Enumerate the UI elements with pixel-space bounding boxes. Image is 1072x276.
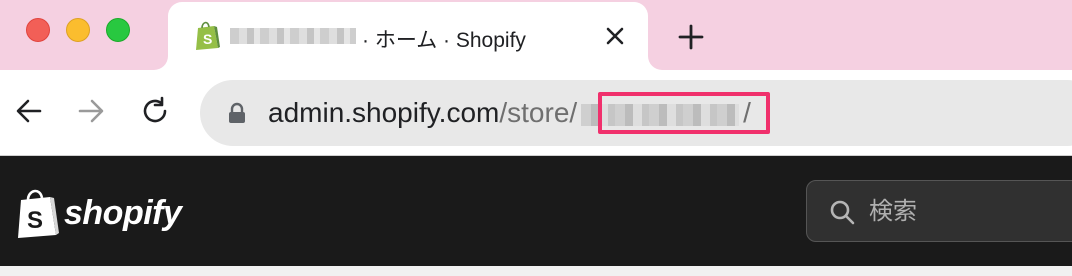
- shopify-favicon-icon: S: [196, 21, 220, 50]
- url-path-prefix: /store/: [499, 97, 578, 128]
- lock-icon[interactable]: [228, 102, 246, 124]
- store-handle-highlight: [598, 92, 770, 134]
- close-icon[interactable]: [604, 25, 626, 47]
- shopify-admin-header: S shopify: [0, 156, 1072, 266]
- window-zoom-button[interactable]: [106, 18, 130, 42]
- reload-icon[interactable]: [140, 96, 170, 126]
- search-icon: [830, 200, 855, 225]
- shopify-bag-icon[interactable]: S: [16, 188, 60, 238]
- shopify-wordmark[interactable]: shopify: [64, 194, 182, 233]
- arrow-right-icon[interactable]: [76, 96, 106, 126]
- window-minimize-button[interactable]: [66, 18, 90, 42]
- arrow-left-icon[interactable]: [14, 96, 44, 126]
- url-host: admin.shopify.com: [268, 97, 500, 128]
- tab-title: · ホーム · Shopify: [362, 29, 526, 52]
- search-box[interactable]: [806, 180, 1072, 242]
- browser-toolbar: admin.shopify.com/store//: [0, 70, 1072, 156]
- search-input[interactable]: [867, 191, 1072, 233]
- redacted-store-name: [230, 28, 356, 44]
- window-close-button[interactable]: [26, 18, 50, 42]
- svg-text:S: S: [27, 207, 43, 234]
- plus-icon[interactable]: [678, 24, 704, 50]
- active-tab[interactable]: S · ホーム · Shopify: [168, 2, 648, 70]
- page-content-edge: [0, 266, 1072, 276]
- svg-text:S: S: [203, 31, 212, 47]
- tab-strip: S · ホーム · Shopify: [0, 0, 1072, 70]
